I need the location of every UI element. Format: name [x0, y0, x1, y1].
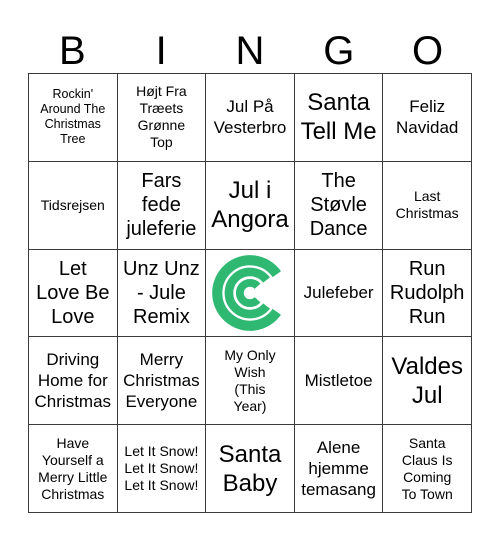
bingo-cell-label: Rockin' Around The Christmas Tree [40, 87, 106, 147]
bingo-cell[interactable]: Alene hjemme temasang [294, 425, 384, 513]
bingo-cell-label: The Støvle Dance [309, 170, 368, 241]
bingo-cell-label: Unz Unz - Jule Remix [123, 257, 200, 328]
bingo-cell[interactable]: Mistletoe [294, 337, 384, 426]
bingo-cell[interactable]: Jul På Vesterbro [206, 74, 295, 162]
bingo-cell-label: Højt Fra Træets Grønne Top [136, 83, 187, 151]
bingo-free-space-cell[interactable] [206, 249, 295, 338]
bingo-cell-label: Fars fede juleferie [126, 170, 197, 241]
bingo-cell-label: Jul i Angora [211, 177, 289, 234]
bingo-cell-label: Run Rudolph Run [389, 257, 465, 328]
logo-arc-3 [236, 278, 261, 307]
concentric-c-logo-icon [212, 255, 281, 331]
bingo-cell[interactable]: Have Yourself a Merry Little Christmas [29, 425, 118, 513]
bingo-cell[interactable]: Valdes Jul [383, 337, 472, 426]
bingo-cell[interactable]: Feliz Navidad [383, 74, 472, 162]
bingo-cell-label: Merry Christmas Everyone [123, 350, 200, 412]
bingo-cell-label: Let It Snow! Let It Snow! Let It Snow! [124, 443, 199, 494]
bingo-cell-label: Valdes Jul [391, 352, 463, 409]
bingo-cell-label: Tidsrejsen [40, 196, 105, 213]
bingo-cell-label: Julefeber [303, 283, 374, 303]
bingo-cell[interactable]: Jul i Angora [206, 161, 295, 250]
bingo-cell[interactable]: Tidsrejsen [29, 161, 118, 250]
bingo-cell-label: Let Love Be Love [36, 257, 110, 328]
bingo-cell[interactable]: Fars fede juleferie [117, 161, 207, 250]
bingo-cell[interactable]: Let Love Be Love [29, 249, 118, 338]
header-letter-n: N [235, 29, 265, 73]
header-letter-o: O [412, 29, 444, 73]
bingo-card: B I N G O Rockin' Around The Christmas T… [0, 0, 500, 544]
bingo-cell-label: Jul På Vesterbro [213, 97, 287, 138]
bingo-cell-label: Mistletoe [304, 371, 373, 391]
bingo-cell-label: Have Yourself a Merry Little Christmas [38, 434, 108, 502]
bingo-cell[interactable]: Driving Home for Christmas [29, 337, 118, 426]
bingo-cell[interactable]: Højt Fra Træets Grønne Top [117, 74, 207, 162]
bingo-cell-label: Last Christmas [395, 188, 459, 222]
bingo-cell-label: Alene hjemme temasang [301, 438, 376, 500]
bingo-cell-label: Driving Home for Christmas [34, 350, 112, 412]
bingo-cell[interactable]: Run Rudolph Run [383, 249, 472, 338]
bingo-header-row: B I N G O [28, 22, 472, 72]
header-letter-g: G [323, 29, 355, 73]
bingo-cell[interactable]: Julefeber [294, 249, 384, 338]
bingo-cell-label: Santa Claus Is Coming To Town [401, 434, 453, 502]
logo-arc-2 [224, 267, 270, 319]
header-letter-i: I [155, 29, 167, 73]
bingo-cell[interactable]: The Støvle Dance [294, 161, 384, 250]
bingo-grid: Rockin' Around The Christmas Tree Højt Fr… [28, 73, 472, 513]
bingo-cell[interactable]: Santa Baby [206, 425, 295, 513]
bingo-cell-label: My Only Wish (This Year) [224, 346, 276, 414]
bingo-cell[interactable]: My Only Wish (This Year) [206, 337, 295, 426]
bingo-cell[interactable]: Last Christmas [383, 161, 472, 250]
bingo-cell[interactable]: Unz Unz - Jule Remix [117, 249, 207, 338]
bingo-cell-label: Santa Baby [218, 440, 282, 497]
bingo-cell[interactable]: Rockin' Around The Christmas Tree [29, 74, 118, 162]
bingo-cell-label: Santa Tell Me [300, 89, 377, 146]
bingo-cell[interactable]: Santa Tell Me [294, 74, 384, 162]
bingo-cell[interactable]: Merry Christmas Everyone [117, 337, 207, 426]
bingo-cell-label: Feliz Navidad [396, 97, 459, 138]
bingo-cell[interactable]: Santa Claus Is Coming To Town [383, 425, 472, 513]
header-letter-b: B [59, 29, 86, 73]
bingo-cell[interactable]: Let It Snow! Let It Snow! Let It Snow! [117, 425, 207, 513]
